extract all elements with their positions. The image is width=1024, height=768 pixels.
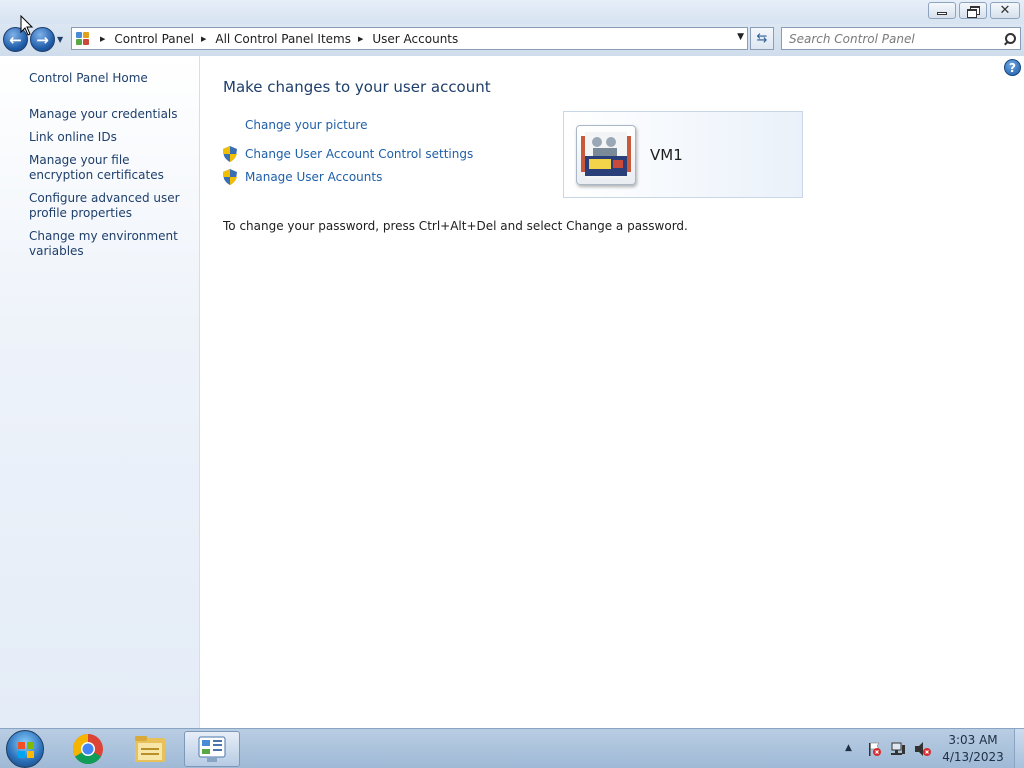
action-center-flag-icon[interactable] — [866, 741, 882, 757]
refresh-icon: ⇆ — [756, 31, 768, 46]
show-hidden-icons-button[interactable]: ▲ — [845, 743, 852, 753]
window-controls: ✕ — [928, 2, 1020, 19]
taskbar-control-panel-button[interactable] — [184, 731, 240, 767]
uac-settings-link[interactable]: Change User Account Control settings — [245, 147, 473, 161]
robot-avatar-icon[interactable] — [576, 125, 636, 185]
search-icon[interactable] — [1003, 32, 1016, 45]
robot-avatar-image — [581, 132, 631, 178]
mouse-cursor-icon — [20, 15, 34, 36]
taskbar: ▲ 3:03 AM 4/13/2023 — [0, 728, 1024, 768]
address-dropdown-icon[interactable]: ▼ — [737, 32, 744, 42]
taskbar-chrome-button[interactable] — [60, 731, 116, 767]
task-pane: Control Panel Home Manage your credentia… — [0, 56, 200, 728]
refresh-button[interactable]: ⇆ — [750, 27, 774, 50]
clock-time[interactable]: 3:03 AM — [930, 733, 1016, 747]
main-content: ? Make changes to your user account Chan… — [201, 56, 1024, 728]
network-icon[interactable] — [890, 741, 906, 757]
breadcrumb-separator-icon[interactable]: ▶ — [100, 35, 105, 43]
close-icon: ✕ — [999, 3, 1011, 18]
arrow-right-icon: → — [36, 30, 49, 49]
address-bar[interactable]: ▶ Control Panel ▶ All Control Panel Item… — [71, 27, 748, 50]
sidebar-item-link-online-ids[interactable]: Link online IDs — [29, 130, 194, 145]
breadcrumb-user-accounts[interactable]: User Accounts — [372, 32, 458, 46]
sidebar-item-control-panel-home[interactable]: Control Panel Home — [29, 71, 194, 86]
minimize-button[interactable] — [928, 2, 956, 19]
user-tile: VM1 — [563, 111, 803, 198]
sidebar-item-environment-variables[interactable]: Change my environment variables — [29, 229, 194, 259]
help-icon[interactable]: ? — [1004, 59, 1021, 76]
user-name: VM1 — [650, 146, 683, 164]
control-panel-icon — [75, 31, 93, 47]
breadcrumb-control-panel[interactable]: Control Panel — [114, 32, 194, 46]
sidebar-item-advanced-profile[interactable]: Configure advanced user profile properti… — [29, 191, 194, 221]
close-button[interactable]: ✕ — [990, 2, 1020, 19]
uac-shield-icon — [223, 146, 237, 162]
change-picture-link[interactable]: Change your picture — [245, 118, 367, 132]
sidebar-item-manage-credentials[interactable]: Manage your credentials — [29, 107, 194, 122]
navigation-bar: ← → ▼ ▶ Control Panel ▶ All Control Pane… — [0, 24, 1024, 56]
windows-explorer-icon — [135, 736, 165, 762]
password-info-text: To change your password, press Ctrl+Alt+… — [223, 219, 688, 233]
search-box[interactable] — [781, 27, 1021, 50]
uac-shield-icon — [223, 169, 237, 185]
clock-date[interactable]: 4/13/2023 — [930, 750, 1016, 764]
chrome-icon — [72, 734, 103, 765]
breadcrumb-separator-icon[interactable]: ▶ — [358, 35, 363, 43]
manage-user-accounts-link[interactable]: Manage User Accounts — [245, 170, 382, 184]
minimize-icon — [937, 11, 947, 15]
start-button[interactable] — [6, 730, 44, 768]
restore-icon — [967, 5, 980, 18]
page-title: Make changes to your user account — [223, 78, 491, 96]
sidebar-item-file-encryption[interactable]: Manage your file encryption certificates — [29, 153, 194, 183]
windows-logo-icon — [18, 742, 34, 758]
breadcrumb-all-items[interactable]: All Control Panel Items — [215, 32, 351, 46]
taskbar-explorer-button[interactable] — [122, 731, 178, 767]
title-bar: ✕ — [0, 0, 1024, 24]
control-panel-icon — [198, 736, 226, 762]
recent-pages-dropdown[interactable]: ▼ — [57, 35, 63, 44]
restore-button[interactable] — [959, 2, 987, 19]
breadcrumb-separator-icon[interactable]: ▶ — [201, 35, 206, 43]
show-desktop-button[interactable] — [1014, 729, 1024, 768]
search-input[interactable] — [782, 28, 1003, 49]
